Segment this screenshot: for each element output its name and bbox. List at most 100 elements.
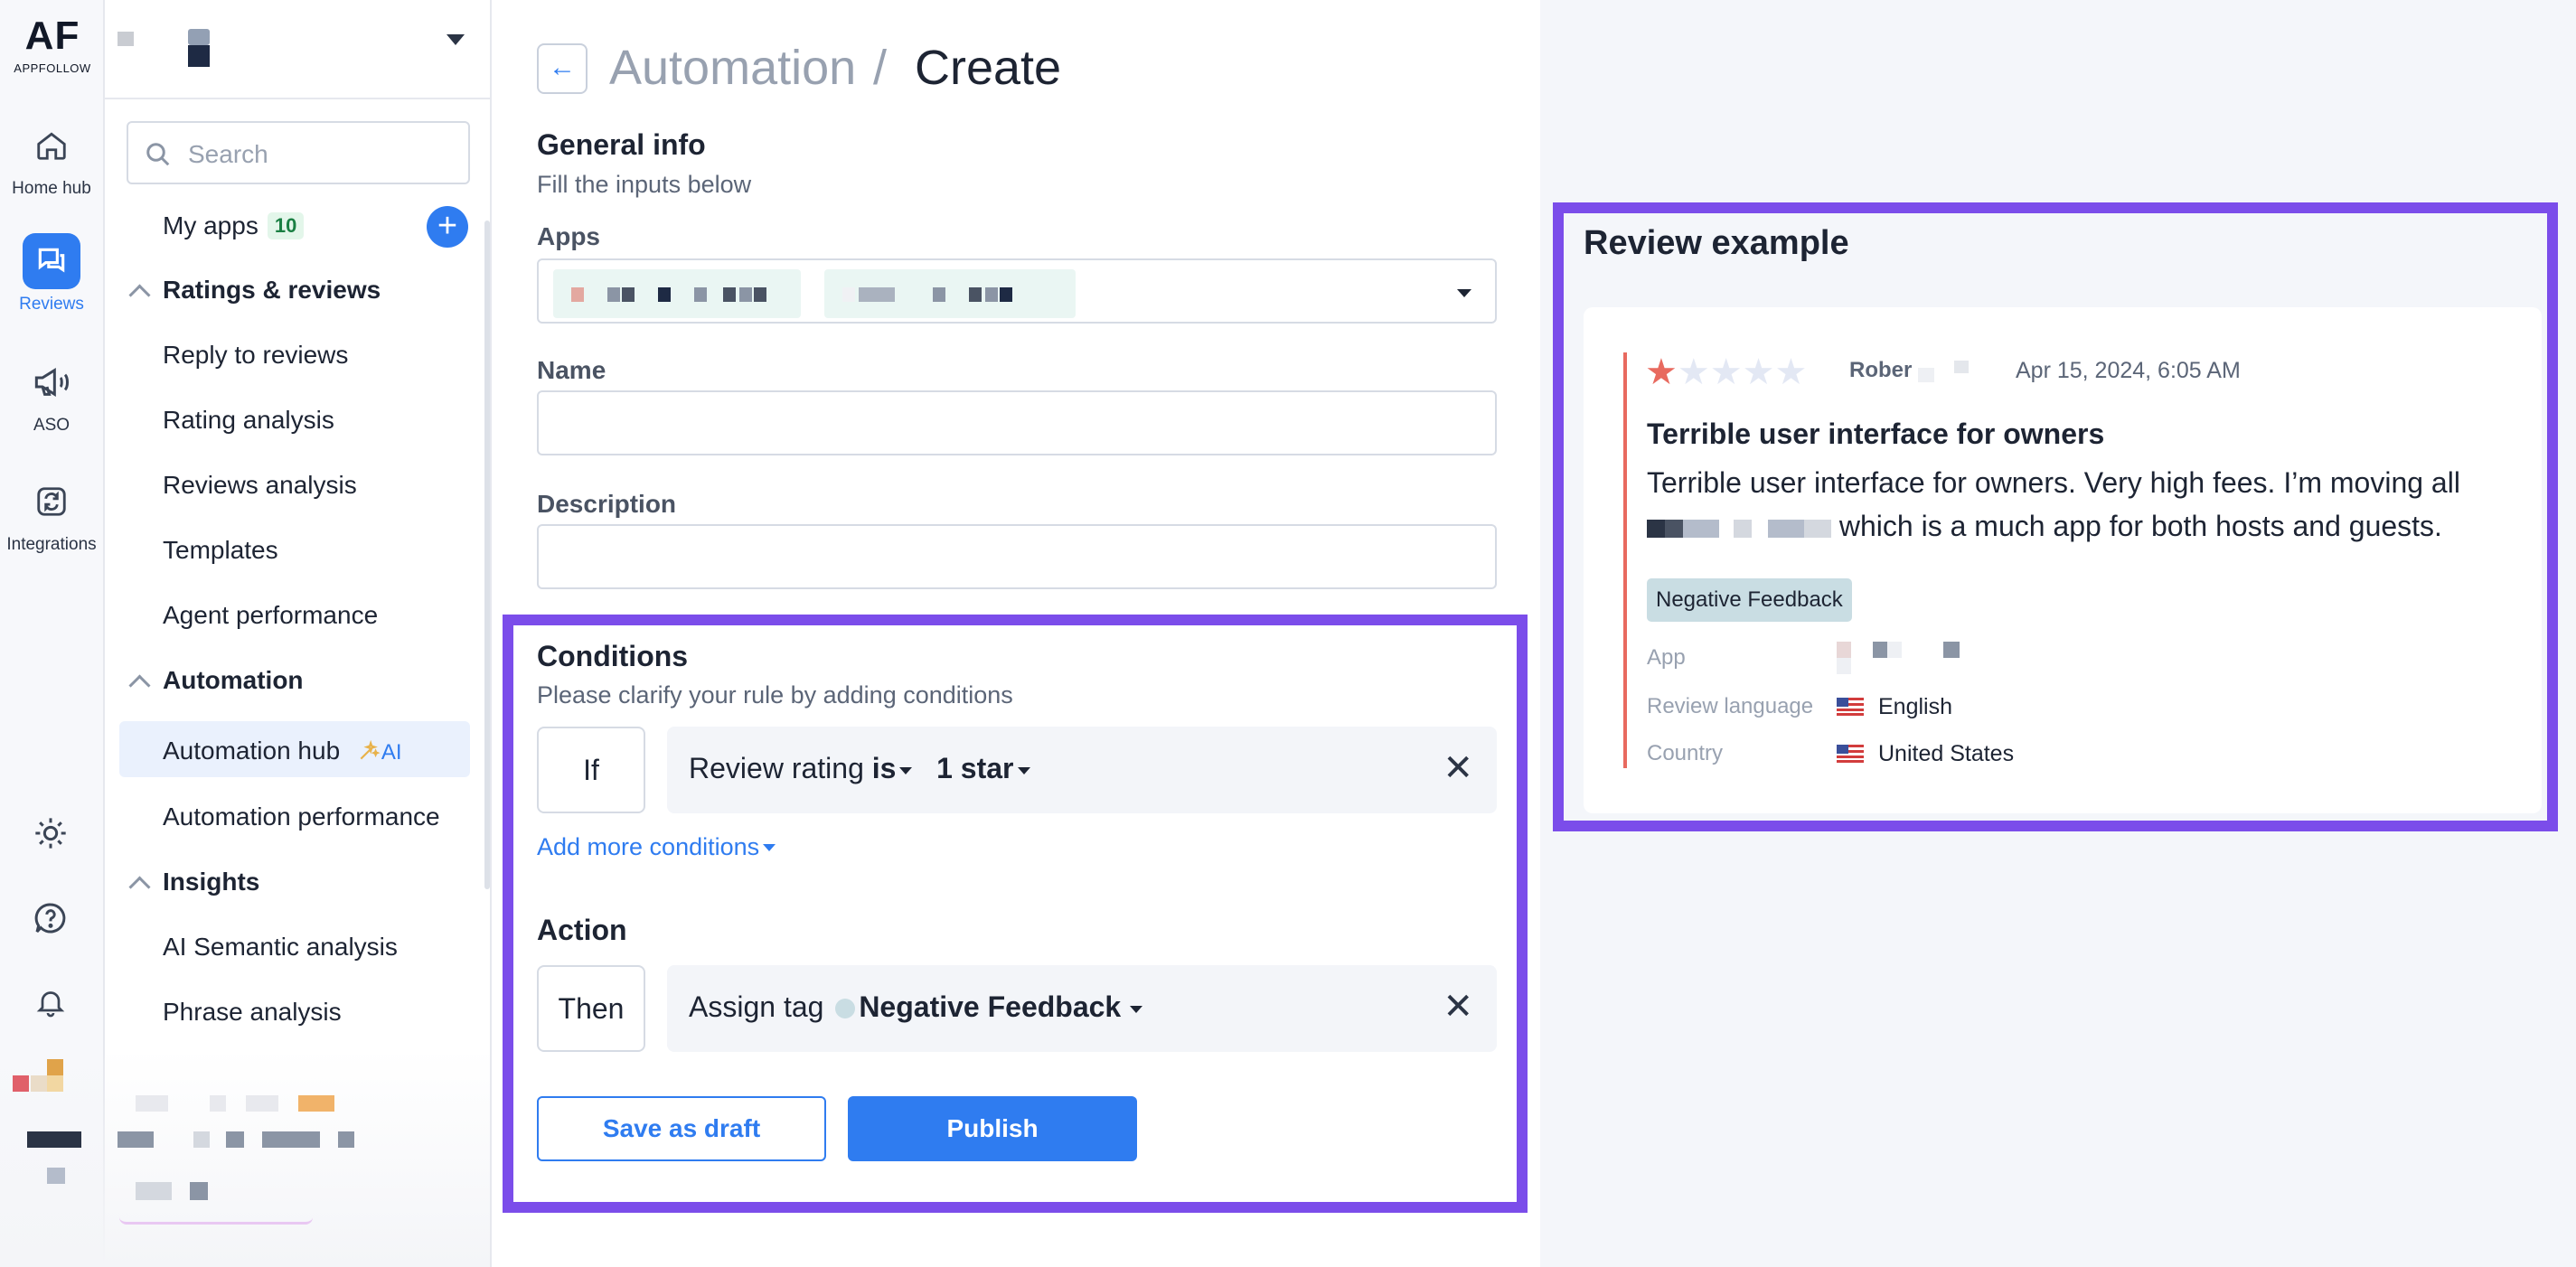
help-icon[interactable] (33, 900, 69, 941)
condition-row: Review rating is 1 star ✕ (667, 727, 1497, 813)
conditions-subtitle: Please clarify your rule by adding condi… (537, 681, 1013, 709)
sidebar-item-automation-performance[interactable]: Automation performance (163, 802, 440, 831)
search-icon (145, 141, 172, 173)
user-profile-area[interactable] (0, 1048, 490, 1267)
brand-logo[interactable]: AF (9, 16, 96, 56)
meta-country-label: Country (1647, 741, 1724, 765)
sun-icon[interactable] (33, 815, 69, 856)
star-rating: ★★★★★ (1645, 354, 1807, 390)
breadcrumb-automation[interactable]: Automation (609, 40, 856, 96)
apps-select[interactable] (537, 258, 1497, 324)
rail-item-reviews[interactable]: Reviews (0, 233, 103, 314)
star-filled-icon: ★ (1645, 352, 1678, 392)
review-author: Rober (1849, 358, 1970, 383)
name-input[interactable] (537, 390, 1497, 455)
review-body-line-1: Terrible user interface for owners. Very… (1647, 466, 2460, 499)
chevron-down-icon[interactable] (1457, 289, 1471, 297)
app-chip[interactable] (824, 269, 1076, 318)
general-info-subtitle: Fill the inputs below (537, 171, 752, 198)
language-text: English (1878, 694, 1952, 719)
workspace-avatar[interactable] (118, 32, 134, 46)
star-empty-icon: ★ (1677, 352, 1710, 392)
sidebar-item-reply-to-reviews[interactable]: Reply to reviews (163, 341, 348, 370)
ai-badge-label: AI (381, 740, 402, 765)
review-rating-bar (1623, 352, 1627, 768)
sidebar-item-rating-analysis[interactable]: Rating analysis (163, 406, 334, 435)
rail-label-integrations: Integrations (6, 535, 97, 554)
country-text: United States (1878, 741, 2015, 766)
sidebar-item-templates[interactable]: Templates (163, 536, 278, 565)
add-more-conditions-link[interactable]: Add more conditions (537, 833, 776, 861)
meta-language-label: Review language (1647, 694, 1814, 718)
chevron-down-icon[interactable] (899, 767, 913, 774)
sidebar-item-agent-performance[interactable]: Agent performance (163, 601, 378, 630)
brand-logo-subtitle: APPFOLLOW (14, 61, 91, 75)
star-empty-icon: ★ (1742, 352, 1775, 392)
rail-item-home-hub[interactable]: Home hub (0, 117, 103, 199)
condition-field[interactable]: Review rating (689, 752, 864, 784)
review-date: Apr 15, 2024, 6:05 AM (2016, 358, 2241, 383)
save-as-draft-button[interactable]: Save as draft (537, 1096, 826, 1161)
sidebar-section-ratings-reviews[interactable]: Ratings & reviews (163, 276, 381, 305)
back-button[interactable]: ← (537, 43, 588, 94)
rail-label-reviews: Reviews (19, 295, 84, 314)
remove-action-close-icon[interactable]: ✕ (1443, 987, 1473, 1027)
condition-operator[interactable]: is (872, 752, 897, 784)
add-app-button[interactable]: + (427, 206, 468, 248)
review-body: Terrible user interface for owners. Very… (1647, 461, 2515, 548)
action-verb[interactable]: Assign tag (689, 990, 823, 1023)
if-label: If (537, 727, 645, 813)
add-more-conditions-label: Add more conditions (537, 833, 760, 860)
tag-color-dot (835, 999, 856, 1018)
action-tag[interactable]: Negative Feedback (859, 990, 1121, 1023)
bell-icon[interactable] (34, 985, 67, 1024)
rail-item-integrations[interactable]: Integrations (0, 474, 103, 555)
condition-text: Review rating is 1 star (689, 752, 1030, 785)
reviews-chat-icon (23, 233, 80, 289)
star-empty-icon: ★ (1774, 352, 1808, 392)
my-apps-count-badge: 10 (267, 212, 305, 239)
automation-hub-label: Automation hub (163, 737, 341, 765)
us-flag-icon (1837, 743, 1864, 763)
search-input[interactable] (186, 136, 452, 174)
star-empty-icon: ★ (1709, 352, 1743, 392)
sidebar-scrollbar[interactable] (484, 221, 490, 889)
chevron-down-icon[interactable] (447, 34, 465, 45)
review-body-line-2: which is a much app for both hosts and g… (1647, 504, 2515, 548)
condition-value[interactable]: 1 star (936, 752, 1013, 784)
app-chip[interactable] (553, 269, 801, 318)
meta-app-label: App (1647, 645, 1686, 670)
chevron-down-icon (763, 844, 776, 851)
workspace-app-icon-lower (188, 45, 210, 67)
breadcrumb-separator: / (873, 41, 888, 95)
redacted-block (1954, 361, 1970, 373)
megaphone-icon (23, 354, 80, 410)
apps-label: Apps (537, 222, 600, 250)
description-input[interactable] (537, 524, 1497, 589)
sidebar-item-phrase-analysis[interactable]: Phrase analysis (163, 998, 342, 1027)
sidebar-item-reviews-analysis[interactable]: Reviews analysis (163, 471, 357, 500)
then-label: Then (537, 965, 645, 1052)
rail-label-home-hub: Home hub (12, 179, 91, 198)
action-row: Assign tag Negative Feedback ✕ (667, 965, 1497, 1052)
sidebar-section-automation[interactable]: Automation (163, 666, 304, 695)
chevron-down-icon[interactable] (1017, 767, 1030, 774)
meta-language-value: English (1837, 694, 1952, 720)
us-flag-icon (1837, 696, 1864, 716)
my-apps-label: My apps (163, 211, 259, 239)
rail-label-aso: ASO (33, 416, 71, 435)
action-text: Assign tag Negative Feedback (689, 990, 1143, 1024)
description-label: Description (537, 490, 677, 518)
integrations-icon (23, 474, 80, 530)
rail-item-aso[interactable]: ASO (0, 354, 103, 436)
remove-condition-close-icon[interactable]: ✕ (1443, 748, 1473, 788)
sidebar-item-automation-hub[interactable]: Automation hub AI (163, 737, 402, 765)
sidebar-item-ai-semantic-analysis[interactable]: AI Semantic analysis (163, 933, 398, 962)
sidebar-section-insights[interactable]: Insights (163, 868, 259, 896)
publish-button[interactable]: Publish (848, 1096, 1137, 1161)
review-headline: Terrible user interface for owners (1647, 418, 2105, 450)
sidebar-item-my-apps[interactable]: My apps 10 (163, 211, 305, 240)
chevron-down-icon[interactable] (1130, 1006, 1143, 1013)
home-icon (23, 117, 80, 174)
redacted-block (1918, 368, 1935, 382)
